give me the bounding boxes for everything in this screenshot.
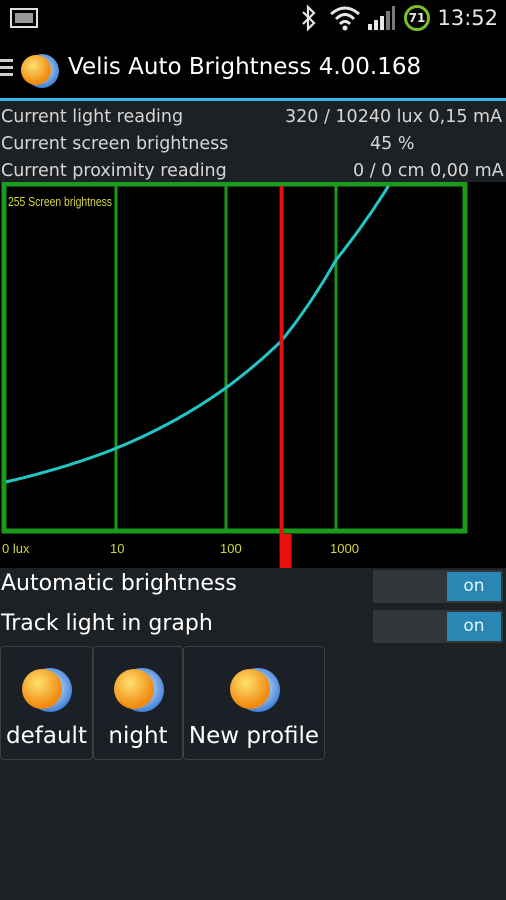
track-light-label: Track light in graph [1, 611, 213, 636]
bluetooth-icon [302, 4, 316, 32]
profile-name: New profile [188, 723, 320, 749]
automatic-brightness-label: Automatic brightness [1, 571, 237, 596]
automatic-brightness-toggle[interactable]: on [373, 570, 503, 603]
profile-night-button[interactable]: night [93, 646, 183, 760]
x-tick-label: 10 [110, 541, 124, 556]
light-reading-value: 320 / 10240 lux 0,15 mA [285, 107, 503, 127]
profile-logo-icon [230, 668, 280, 712]
app-logo-icon[interactable] [18, 49, 60, 91]
toggle-knob: on [447, 612, 501, 641]
profile-default-button[interactable]: default [0, 646, 93, 760]
screen-brightness-label: Current screen brightness [1, 134, 229, 154]
graph-title: 255 Screen brightness [8, 194, 112, 209]
proximity-reading-value: 0 / 0 cm 0,00 mA [353, 161, 504, 181]
clock: 13:52 [437, 6, 498, 30]
profile-name: default [6, 723, 87, 749]
track-light-toggle[interactable]: on [373, 610, 503, 643]
menu-icon[interactable] [0, 57, 14, 79]
battery-icon: 71 [404, 5, 430, 31]
battery-level: 71 [408, 11, 426, 25]
profile-logo-icon [114, 668, 164, 712]
proximity-reading-label: Current proximity reading [1, 161, 227, 181]
profile-logo-icon [22, 668, 72, 712]
screen-brightness-row: Current screen brightness 45 % [0, 131, 506, 157]
profile-name: night [108, 723, 168, 749]
x-tick-label: 100 [220, 541, 242, 556]
brightness-graph[interactable]: 255 Screen brightness 0 lux 10 100 1000 [0, 182, 506, 568]
proximity-reading-row: Current proximity reading 0 / 0 cm 0,00 … [0, 158, 506, 184]
automatic-brightness-row: Automatic brightness on [0, 568, 506, 604]
image-icon [10, 8, 38, 28]
x-tick-label: 1000 [330, 541, 359, 556]
light-marker-handle[interactable] [279, 534, 292, 568]
track-light-row: Track light in graph on [0, 608, 506, 644]
screen-brightness-value: 45 % [370, 134, 415, 154]
light-reading-label: Current light reading [1, 107, 184, 127]
light-reading-row: Current light reading 320 / 10240 lux 0,… [0, 104, 506, 130]
toggle-knob: on [447, 572, 501, 601]
signal-icon [368, 6, 395, 30]
action-bar: Velis Auto Brightness 4.00.168 [0, 37, 506, 101]
app-title: Velis Auto Brightness 4.00.168 [68, 54, 422, 80]
wifi-icon [330, 6, 360, 31]
x-tick-label: 0 lux [2, 541, 30, 556]
profile-new-button[interactable]: New profile [183, 646, 325, 760]
status-bar: 71 13:52 [0, 0, 506, 37]
